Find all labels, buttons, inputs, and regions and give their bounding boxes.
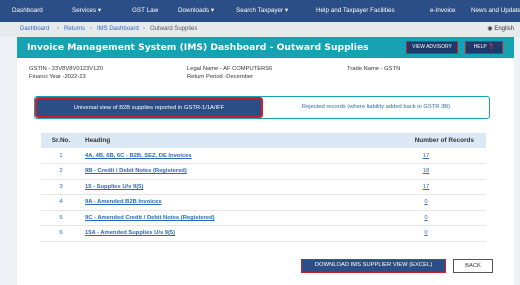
breadcrumb-dashboard[interactable]: Dashboard bbox=[20, 22, 49, 37]
breadcrumb-separator: › bbox=[143, 26, 145, 32]
row-count-link[interactable]: 18 bbox=[366, 163, 486, 180]
legal-name-label: Legal Name - AF COMPUTERS6 bbox=[187, 66, 273, 72]
row-count-link[interactable]: 17 bbox=[366, 179, 486, 195]
row-sr-no: 5 bbox=[41, 210, 81, 226]
row-sr-no: 6 bbox=[41, 225, 81, 242]
header-sr-no: Sr.No. bbox=[41, 133, 81, 148]
breadcrumb-ims-dashboard[interactable]: IMS Dashboard bbox=[97, 22, 139, 37]
view-advisory-button[interactable]: VIEW ADVISORY bbox=[406, 41, 458, 54]
nav-gst-law[interactable]: GST Law bbox=[132, 0, 158, 22]
breadcrumb: Dashboard › Returns › IMS Dashboard › Ou… bbox=[0, 22, 520, 37]
tab-universal-view[interactable]: Universal view of B2B supplies reported … bbox=[35, 97, 263, 118]
table-row: 6 15A - Amended Supplies U/s 9(5) 0 bbox=[41, 225, 486, 242]
row-sr-no: 2 bbox=[41, 163, 81, 180]
header-heading: Heading bbox=[81, 133, 366, 148]
download-excel-button[interactable]: DOWNLOAD IMS SUPPLIER VIEW (EXCEL) bbox=[301, 259, 446, 273]
header-number-of-records: Number of Records bbox=[366, 133, 486, 148]
row-count-link[interactable]: 0 bbox=[366, 225, 486, 242]
language-label: English bbox=[494, 26, 514, 32]
return-period-label: Return Period -December bbox=[187, 74, 254, 80]
table-row: 1 4A, 4B, 6B, 6C - B2B, SEZ, DE Invoices… bbox=[41, 148, 486, 164]
row-heading-link[interactable]: 9C - Amended Credit / Debit Notes (Regis… bbox=[81, 210, 366, 226]
nav-help-taxpayer-facilities[interactable]: Help and Taxpayer Facilities bbox=[316, 0, 395, 22]
panel-header: Invoice Management System (IMS) Dashboar… bbox=[17, 37, 514, 58]
nav-news-updates[interactable]: News and Updates bbox=[471, 0, 520, 22]
row-heading-link[interactable]: 4A, 4B, 6B, 6C - B2B, SEZ, DE Invoices bbox=[81, 148, 366, 164]
breadcrumb-returns[interactable]: Returns bbox=[64, 22, 85, 37]
table-row: 2 9B - Credit / Debit Notes (Registered)… bbox=[41, 163, 486, 180]
row-heading-link[interactable]: 9A - Amended B2B Invoices bbox=[81, 194, 366, 211]
nav-dashboard[interactable]: Dashboard bbox=[12, 0, 43, 22]
breadcrumb-separator: › bbox=[90, 26, 92, 32]
row-sr-no: 3 bbox=[41, 179, 81, 195]
help-icon: ❓ bbox=[488, 44, 495, 50]
table-row: 3 15 - Supplies U/s 9(5) 17 bbox=[41, 179, 486, 195]
language-selector[interactable]: ◉ English bbox=[487, 22, 514, 37]
row-heading-link[interactable]: 15A - Amended Supplies U/s 9(5) bbox=[81, 225, 366, 242]
supplies-table: Sr.No. Heading Number of Records 1 4A, 4… bbox=[41, 133, 486, 242]
globe-icon: ◉ bbox=[487, 26, 493, 32]
row-heading-link[interactable]: 9B - Credit / Debit Notes (Registered) bbox=[81, 163, 366, 180]
row-heading-link[interactable]: 15 - Supplies U/s 9(5) bbox=[81, 179, 366, 195]
nav-e-invoice[interactable]: e-Invoice bbox=[430, 0, 456, 22]
row-count-link[interactable]: 0 bbox=[366, 210, 486, 226]
row-sr-no: 1 bbox=[41, 148, 81, 164]
trade-name-label: Trade Name - GSTN bbox=[347, 66, 401, 72]
top-nav: Dashboard Services ▾ GST Law Downloads ▾… bbox=[0, 0, 520, 22]
back-button[interactable]: BACK bbox=[453, 259, 493, 273]
table-header-row: Sr.No. Heading Number of Records bbox=[41, 133, 486, 148]
nav-services[interactable]: Services ▾ bbox=[72, 0, 101, 22]
table-row: 5 9C - Amended Credit / Debit Notes (Reg… bbox=[41, 210, 486, 226]
gstin-label: GSTIN - 23V8V8V0123V1Z0 bbox=[29, 66, 104, 72]
view-tabs: Universal view of B2B supplies reported … bbox=[34, 96, 490, 119]
tab-rejected-records[interactable]: Rejected records (where liability added … bbox=[263, 97, 489, 118]
row-sr-no: 4 bbox=[41, 194, 81, 211]
page-title: Invoice Management System (IMS) Dashboar… bbox=[27, 42, 369, 53]
help-button[interactable]: HELP ❓ bbox=[465, 41, 503, 54]
row-count-link[interactable]: 0 bbox=[366, 194, 486, 211]
nav-search-taxpayer[interactable]: Search Taxpayer ▾ bbox=[236, 0, 288, 22]
table-row: 4 9A - Amended B2B Invoices 0 bbox=[41, 194, 486, 211]
nav-downloads[interactable]: Downloads ▾ bbox=[178, 0, 214, 22]
breadcrumb-separator: › bbox=[57, 26, 59, 32]
main-panel: Invoice Management System (IMS) Dashboar… bbox=[17, 37, 514, 285]
financial-year-label: Financi Year -2022-23 bbox=[29, 74, 86, 80]
help-label: HELP bbox=[473, 44, 487, 50]
breadcrumb-current: Outward Supplies bbox=[150, 26, 198, 32]
row-count-link[interactable]: 17 bbox=[366, 148, 486, 164]
